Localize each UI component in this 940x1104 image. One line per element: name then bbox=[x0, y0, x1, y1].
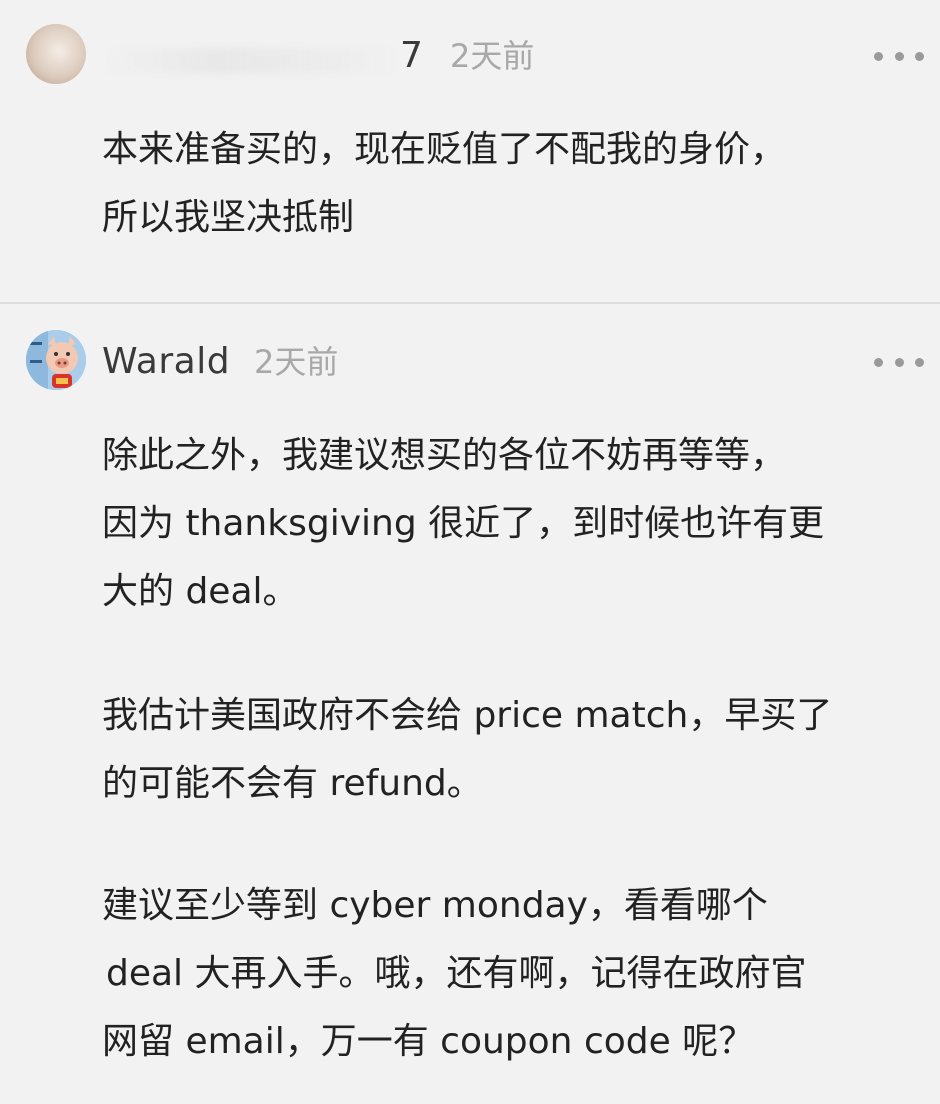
comment-paragraph: 除此之外，我建议想买的各位不妨再等等， 因为 thanksgiving 很近了，… bbox=[102, 422, 918, 626]
dot bbox=[894, 51, 904, 61]
username[interactable]: Warald bbox=[102, 332, 230, 392]
comment-header: Warald 2天前 bbox=[0, 332, 940, 392]
dot bbox=[894, 357, 904, 367]
dot bbox=[874, 357, 883, 367]
comment-line: 因为 thanksgiving 很近了，到时候也许有更 bbox=[102, 503, 825, 544]
comment-line: 本来准备买的，现在贬值了不配我的身价， bbox=[102, 129, 787, 170]
dot bbox=[874, 51, 883, 61]
more-options-icon[interactable] bbox=[874, 332, 924, 392]
comment-line: 网留 email，万一有 coupon code 呢？ bbox=[102, 1021, 755, 1062]
comment-line: deal 大再入手。哦，还有啊，记得在政府官 bbox=[106, 953, 807, 994]
comment-text: 本来准备买的，现在贬值了不配我的身价， 所以我坚决抵制 bbox=[102, 116, 902, 252]
comment-line: 所以我坚决抵制 bbox=[102, 197, 355, 238]
comment-line: 建议至少等到 cyber monday，看看哪个 bbox=[102, 885, 768, 926]
comment-time: 2天前 bbox=[254, 343, 339, 381]
comment-line: 大的 deal。 bbox=[102, 571, 299, 612]
dot bbox=[915, 51, 924, 61]
blurred-username bbox=[100, 48, 400, 74]
comment-time: 2天前 bbox=[450, 37, 535, 75]
dot bbox=[915, 357, 924, 367]
comment-line: 我估计美国政府不会给 price match，早买了 bbox=[102, 695, 833, 736]
more-options-icon[interactable] bbox=[874, 26, 924, 86]
comment-line: 的可能不会有 refund。 bbox=[102, 763, 483, 804]
comment-item: Warald 2天前 除此之外，我建议想买的各位不妨再等等， 因为 thanks… bbox=[0, 304, 940, 1104]
comment-header: 7 2天前 bbox=[0, 26, 940, 86]
comment-line: 除此之外，我建议想买的各位不妨再等等， bbox=[102, 435, 787, 476]
comment-paragraph: 建议至少等到 cyber monday，看看哪个 deal 大再入手。哦，还有啊… bbox=[102, 872, 918, 1076]
comment-item: 7 2天前 本来准备买的，现在贬值了不配我的身价， 所以我坚决抵制 bbox=[0, 0, 940, 302]
comment-paragraph: 我估计美国政府不会给 price match，早买了 的可能不会有 refund… bbox=[102, 682, 918, 818]
username[interactable]: 7 bbox=[400, 26, 423, 86]
